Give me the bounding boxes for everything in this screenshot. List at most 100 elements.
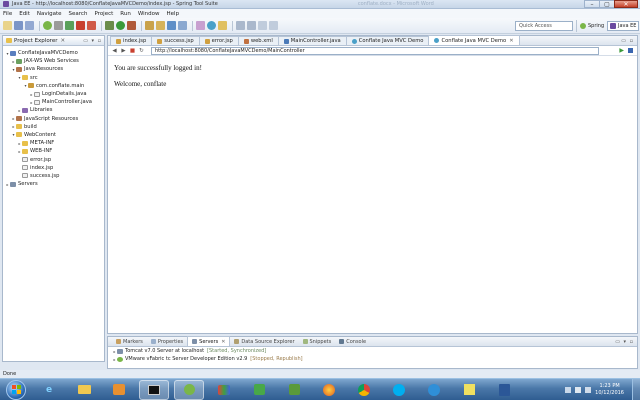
server-row-tomcat[interactable]: ▸ Tomcat v7.0 Server at localhost [Start… — [108, 347, 637, 355]
project-explorer-title[interactable]: Project Explorer — [14, 38, 57, 44]
taskbar-paint[interactable] — [209, 380, 239, 400]
new-class-icon[interactable] — [167, 21, 176, 30]
taskbar-command-prompt[interactable] — [139, 379, 169, 400]
taskbar-media-player[interactable] — [244, 380, 274, 400]
tab-data-source-explorer[interactable]: Data Source Explorer — [230, 337, 298, 346]
tab-index-jsp[interactable]: index.jsp — [110, 36, 153, 45]
tree-item[interactable]: ▸ JAX-WS Web Services — [3, 57, 104, 65]
menu-search[interactable]: Search — [69, 11, 88, 17]
tray-arrow-icon[interactable] — [565, 387, 572, 393]
menu-edit[interactable]: Edit — [19, 11, 30, 17]
tree-item[interactable]: ▾ com.conflate.main — [3, 82, 104, 90]
network-icon[interactable] — [575, 387, 582, 393]
tab-error-jsp[interactable]: error.jsp — [198, 36, 239, 45]
editor-view-controls[interactable]: ▭ ▫ — [621, 38, 634, 44]
tree-item[interactable]: error.jsp — [3, 155, 104, 163]
tab-success-jsp[interactable]: success.jsp — [151, 36, 200, 45]
taskbar-sticky-notes[interactable] — [454, 380, 484, 400]
quick-access-input[interactable]: Quick Access — [515, 21, 573, 31]
tree-item[interactable]: ▾ WebContent — [3, 131, 104, 139]
clock[interactable]: 1:23 PM 10/12/2016 — [595, 383, 624, 397]
taskbar-internet-explorer-2[interactable] — [419, 380, 449, 400]
tree-item[interactable]: ▾ Java Resources — [3, 65, 104, 73]
show-desktop-button[interactable] — [632, 379, 640, 400]
menu-file[interactable]: File — [3, 11, 12, 17]
new-java-project-icon[interactable] — [145, 21, 154, 30]
terminate-icon[interactable] — [87, 21, 96, 30]
go-icon[interactable]: ▶ — [619, 47, 624, 54]
next-annotation-icon[interactable] — [236, 21, 245, 30]
back-icon[interactable] — [258, 21, 267, 30]
stop-icon[interactable]: ■ — [129, 47, 136, 54]
taskbar-spring-tool-suite[interactable] — [174, 379, 204, 400]
tab-servers[interactable]: Servers ✕ — [187, 336, 231, 346]
taskbar-windows-explorer[interactable] — [69, 380, 99, 400]
tree-item[interactable]: ▸ Libraries — [3, 106, 104, 114]
tree-item[interactable]: ▸ JavaScript Resources — [3, 115, 104, 123]
new-package-icon[interactable] — [156, 21, 165, 30]
menu-navigate[interactable]: Navigate — [37, 11, 62, 17]
taskbar-skype[interactable] — [384, 380, 414, 400]
open-type-icon[interactable] — [178, 21, 187, 30]
taskbar-chrome[interactable] — [349, 380, 379, 400]
tree-item[interactable]: ▾ src — [3, 74, 104, 82]
tab-console[interactable]: Console — [335, 337, 370, 346]
run-icon[interactable] — [116, 21, 125, 30]
menu-window[interactable]: Window — [138, 11, 160, 17]
maximize-button[interactable]: ▢ — [599, 0, 615, 8]
stop-icon[interactable] — [76, 21, 85, 30]
tree-item[interactable]: ▸ build — [3, 123, 104, 131]
new-icon[interactable] — [3, 21, 12, 30]
tab-web-xml[interactable]: web.xml — [237, 36, 279, 45]
tab-maincontroller-java[interactable]: MainController.java — [277, 36, 347, 45]
start-button[interactable] — [6, 379, 26, 400]
server-row-vfabric[interactable]: ▸ VMware vFabric tc Server Developer Edi… — [108, 355, 637, 363]
taskbar-camtasia[interactable] — [279, 380, 309, 400]
perspective-java-ee[interactable]: Java EE — [607, 21, 640, 31]
save-all-icon[interactable] — [25, 21, 34, 30]
taskbar-word[interactable] — [489, 380, 519, 400]
minimize-button[interactable]: – — [584, 0, 600, 8]
close-button[interactable]: ✕ — [614, 0, 638, 8]
forward-icon[interactable] — [269, 21, 278, 30]
tree-item[interactable]: ▸ Servers — [3, 180, 104, 188]
tree-item[interactable]: success.jsp — [3, 172, 104, 180]
taskbar-outlook[interactable] — [104, 380, 134, 400]
tab-snippets[interactable]: Snippets — [299, 337, 336, 346]
tree-item[interactable]: ▸ LoginDetails.java — [3, 90, 104, 98]
prev-annotation-icon[interactable] — [247, 21, 256, 30]
close-icon[interactable]: ✕ — [221, 339, 225, 345]
debug-icon[interactable] — [105, 21, 114, 30]
run-server-icon[interactable] — [65, 21, 74, 30]
tab-browser-2[interactable]: Conflate Java MVC Demo ✕ — [428, 35, 520, 45]
tab-properties[interactable]: Properties — [147, 337, 187, 346]
taskbar-internet-explorer[interactable]: e — [34, 380, 64, 400]
server-icon[interactable] — [54, 21, 63, 30]
tree-item[interactable]: ▸ WEB-INF — [3, 147, 104, 155]
url-input[interactable]: http://localhost:8080/ConflateJavaMVCDem… — [151, 46, 599, 55]
volume-icon[interactable] — [585, 387, 592, 393]
back-icon[interactable]: ◀ — [111, 47, 118, 54]
refresh-icon[interactable]: ↻ — [138, 47, 145, 54]
perspective-spring[interactable]: Spring — [580, 21, 604, 31]
search-icon[interactable] — [196, 21, 205, 30]
tab-browser-1[interactable]: Conflate Java MVC Demo — [345, 36, 430, 45]
annotation-icon[interactable] — [218, 21, 227, 30]
tree-item[interactable]: index.jsp — [3, 164, 104, 172]
spring-icon[interactable] — [43, 21, 52, 30]
menu-run[interactable]: Run — [120, 11, 131, 17]
forward-icon[interactable]: ▶ — [120, 47, 127, 54]
web-browser-icon[interactable] — [207, 21, 216, 30]
taskbar-firefox[interactable] — [314, 380, 344, 400]
close-icon[interactable]: ✕ — [60, 38, 65, 44]
open-external-icon[interactable] — [628, 48, 633, 53]
close-icon[interactable]: ✕ — [509, 38, 513, 44]
save-icon[interactable] — [14, 21, 23, 30]
external-tools-icon[interactable] — [127, 21, 136, 30]
panel-view-controls[interactable]: ▭ ▾ ▫ — [615, 339, 634, 345]
view-controls[interactable]: ▭ ▾ ▫ — [83, 38, 102, 44]
menu-project[interactable]: Project — [94, 11, 113, 17]
tree-item[interactable]: ▸ META-INF — [3, 139, 104, 147]
tree-item[interactable]: ▾ ConflateJavaMVCDemo — [3, 49, 104, 57]
menu-help[interactable]: Help — [167, 11, 180, 17]
